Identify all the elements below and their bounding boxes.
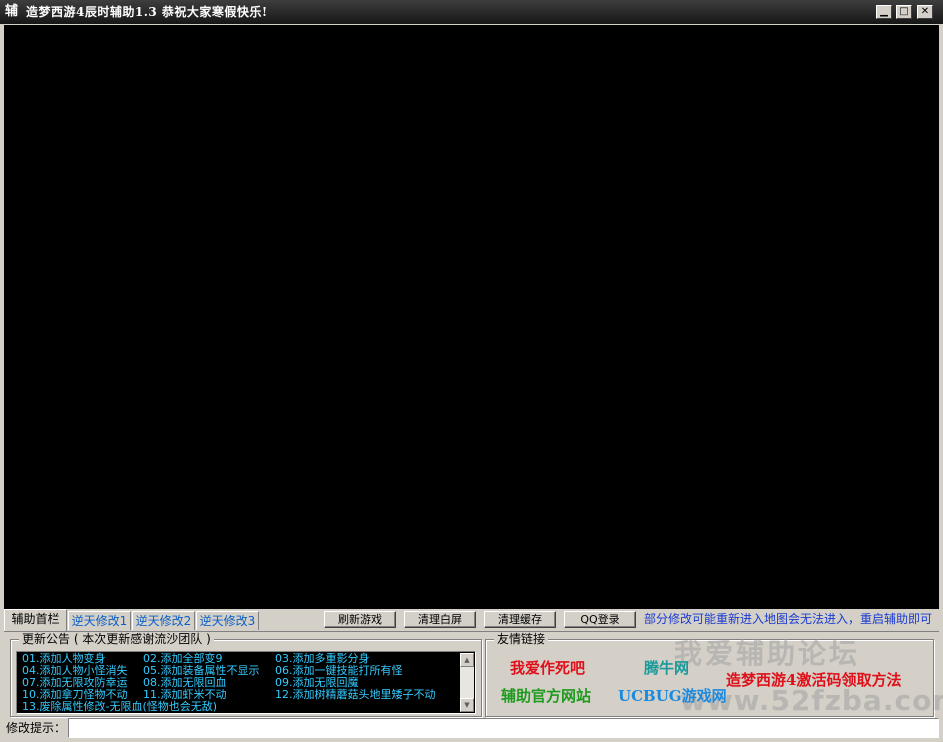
notice-line: 13.废除属性修改-无限血(怪物也会无敌) xyxy=(22,700,218,713)
refresh-game-button[interactable]: 刷新游戏 xyxy=(324,611,396,628)
app-window: 辅 造梦西游4辰时辅助1.3 恭祝大家寒假快乐! ▁ □ ✕ 辅助首栏 逆天修改… xyxy=(0,0,943,742)
link-activation-code[interactable]: 造梦西游4激活码领取方法 xyxy=(726,669,901,690)
minimize-button[interactable]: ▁ xyxy=(876,5,892,19)
link-official-site[interactable]: 辅助官方网站 xyxy=(501,685,591,706)
qq-login-button[interactable]: QQ登录 xyxy=(564,611,636,628)
notice-line: 12.添加树精蘑菇头地里矮子不动 xyxy=(275,688,436,701)
status-label: 修改提示： xyxy=(6,721,67,735)
clear-cache-button[interactable]: 清理缓存 xyxy=(484,611,556,628)
link-woaizuosi[interactable]: 我爱作死吧 xyxy=(510,657,585,678)
status-field[interactable] xyxy=(68,718,939,738)
scroll-up-icon[interactable]: ▲ xyxy=(460,653,474,667)
links-area: 我爱作死吧 腾牛网 造梦西游4激活码领取方法 辅助官方网站 UCBUG游戏网 xyxy=(490,645,930,713)
tab-mod-3[interactable]: 逆天修改3 xyxy=(196,611,259,630)
title-bar[interactable]: 辅 造梦西游4辰时辅助1.3 恭祝大家寒假快乐! ▁ □ ✕ xyxy=(0,0,943,24)
scroll-down-icon[interactable]: ▼ xyxy=(460,698,474,712)
maximize-icon: □ xyxy=(899,6,909,17)
tab-mod-2[interactable]: 逆天修改2 xyxy=(132,611,195,630)
app-icon: 辅 xyxy=(5,4,19,19)
game-viewport[interactable] xyxy=(4,25,939,609)
minimize-icon: ▁ xyxy=(880,6,888,17)
tab-mod-3-label: 逆天修改3 xyxy=(199,614,256,628)
restart-hint: 部分修改可能重新进入地图会无法进入，重启辅助即可 xyxy=(644,612,933,626)
link-ucbug[interactable]: UCBUG游戏网 xyxy=(618,685,727,706)
tab-home[interactable]: 辅助首栏 xyxy=(4,609,67,631)
clear-white-screen-button[interactable]: 清理白屏 xyxy=(404,611,476,628)
tab-mod-1-label: 逆天修改1 xyxy=(71,614,128,628)
status-bar: 修改提示： xyxy=(4,718,939,738)
window-title: 造梦西游4辰时辅助1.3 恭祝大家寒假快乐! xyxy=(26,5,268,19)
maximize-button[interactable]: □ xyxy=(896,5,912,19)
notice-textbox[interactable]: 01.添加人物变身 02.添加全部变9 03.添加多重影分身 04.添加人物小怪… xyxy=(16,651,476,714)
link-tengniu[interactable]: 腾牛网 xyxy=(644,657,689,678)
notice-scrollbar[interactable]: ▲ ▼ xyxy=(460,653,474,712)
close-icon: ✕ xyxy=(920,6,930,17)
close-button[interactable]: ✕ xyxy=(917,5,933,19)
tab-mod-2-label: 逆天修改2 xyxy=(135,614,192,628)
notice-title: 更新公告 ( 本次更新感谢流沙团队 ) xyxy=(19,632,214,646)
tab-home-label: 辅助首栏 xyxy=(11,612,60,626)
notice-text: 01.添加人物变身 02.添加全部变9 03.添加多重影分身 04.添加人物小怪… xyxy=(20,653,460,713)
links-title: 友情链接 xyxy=(494,632,549,646)
tab-mod-1[interactable]: 逆天修改1 xyxy=(68,611,131,630)
